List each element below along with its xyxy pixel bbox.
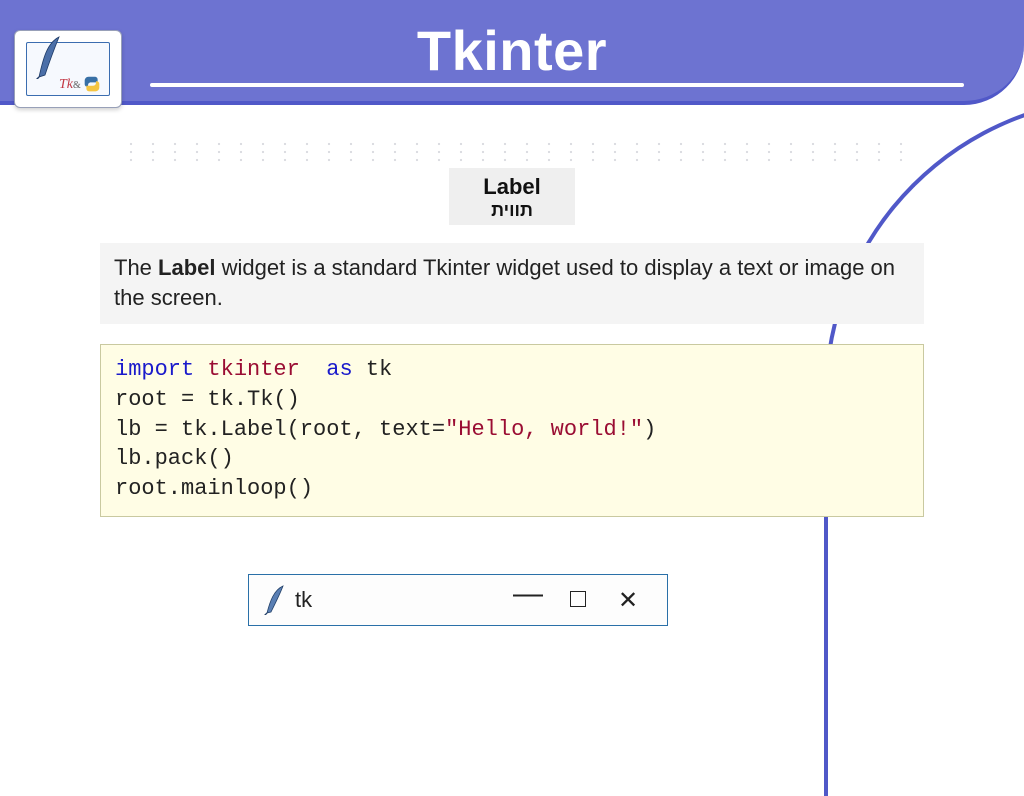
code-line5: root.mainloop() xyxy=(115,476,313,501)
logo-inner: Tk& xyxy=(26,42,110,96)
code-kw-as: as xyxy=(326,357,352,382)
minimize-button[interactable]: — xyxy=(503,589,553,599)
desc-prefix: The xyxy=(114,255,158,280)
content-area: Label תווית The Label widget is a standa… xyxy=(100,168,924,517)
dot-strip xyxy=(120,140,904,166)
header-bar: Tkinter xyxy=(0,0,1024,105)
code-kw-import: import xyxy=(115,357,194,382)
code-line3-str: "Hello, world!" xyxy=(445,417,643,442)
logo-text: Tk& xyxy=(59,77,81,93)
page-title: Tkinter xyxy=(0,18,1024,83)
logo-tk: Tk xyxy=(59,77,73,92)
desc-bold: Label xyxy=(158,255,215,280)
desc-rest: widget is a standard Tkinter widget used… xyxy=(114,255,895,310)
code-line2: root = tk.Tk() xyxy=(115,387,300,412)
close-button[interactable]: ✕ xyxy=(603,586,653,615)
chip-title: Label xyxy=(449,174,575,200)
tk-titlebar: tk — ✕ xyxy=(249,575,667,625)
description-box: The Label widget is a standard Tkinter w… xyxy=(100,243,924,324)
tk-window-mock: tk — ✕ xyxy=(248,574,668,626)
python-icon xyxy=(83,75,101,93)
feather-icon xyxy=(263,585,285,615)
feather-icon xyxy=(33,35,61,79)
logo-amp: & xyxy=(73,80,81,91)
chip-subtitle-hebrew: תווית xyxy=(449,200,575,221)
code-line3-post: ) xyxy=(643,417,656,442)
header-underline xyxy=(150,83,964,87)
section-chip: Label תווית xyxy=(449,168,575,225)
code-box: import tkinter as tk root = tk.Tk() lb =… xyxy=(100,344,924,516)
code-line3-pre: lb = tk.Label(root, text= xyxy=(115,417,445,442)
tk-window-title: tk xyxy=(295,587,312,613)
code-line4: lb.pack() xyxy=(115,446,234,471)
code-alias: tk xyxy=(366,357,392,382)
maximize-button[interactable] xyxy=(553,587,603,613)
logo-box: Tk& xyxy=(14,30,122,108)
maximize-icon xyxy=(570,591,586,607)
code-mod-tkinter: tkinter xyxy=(207,357,299,382)
